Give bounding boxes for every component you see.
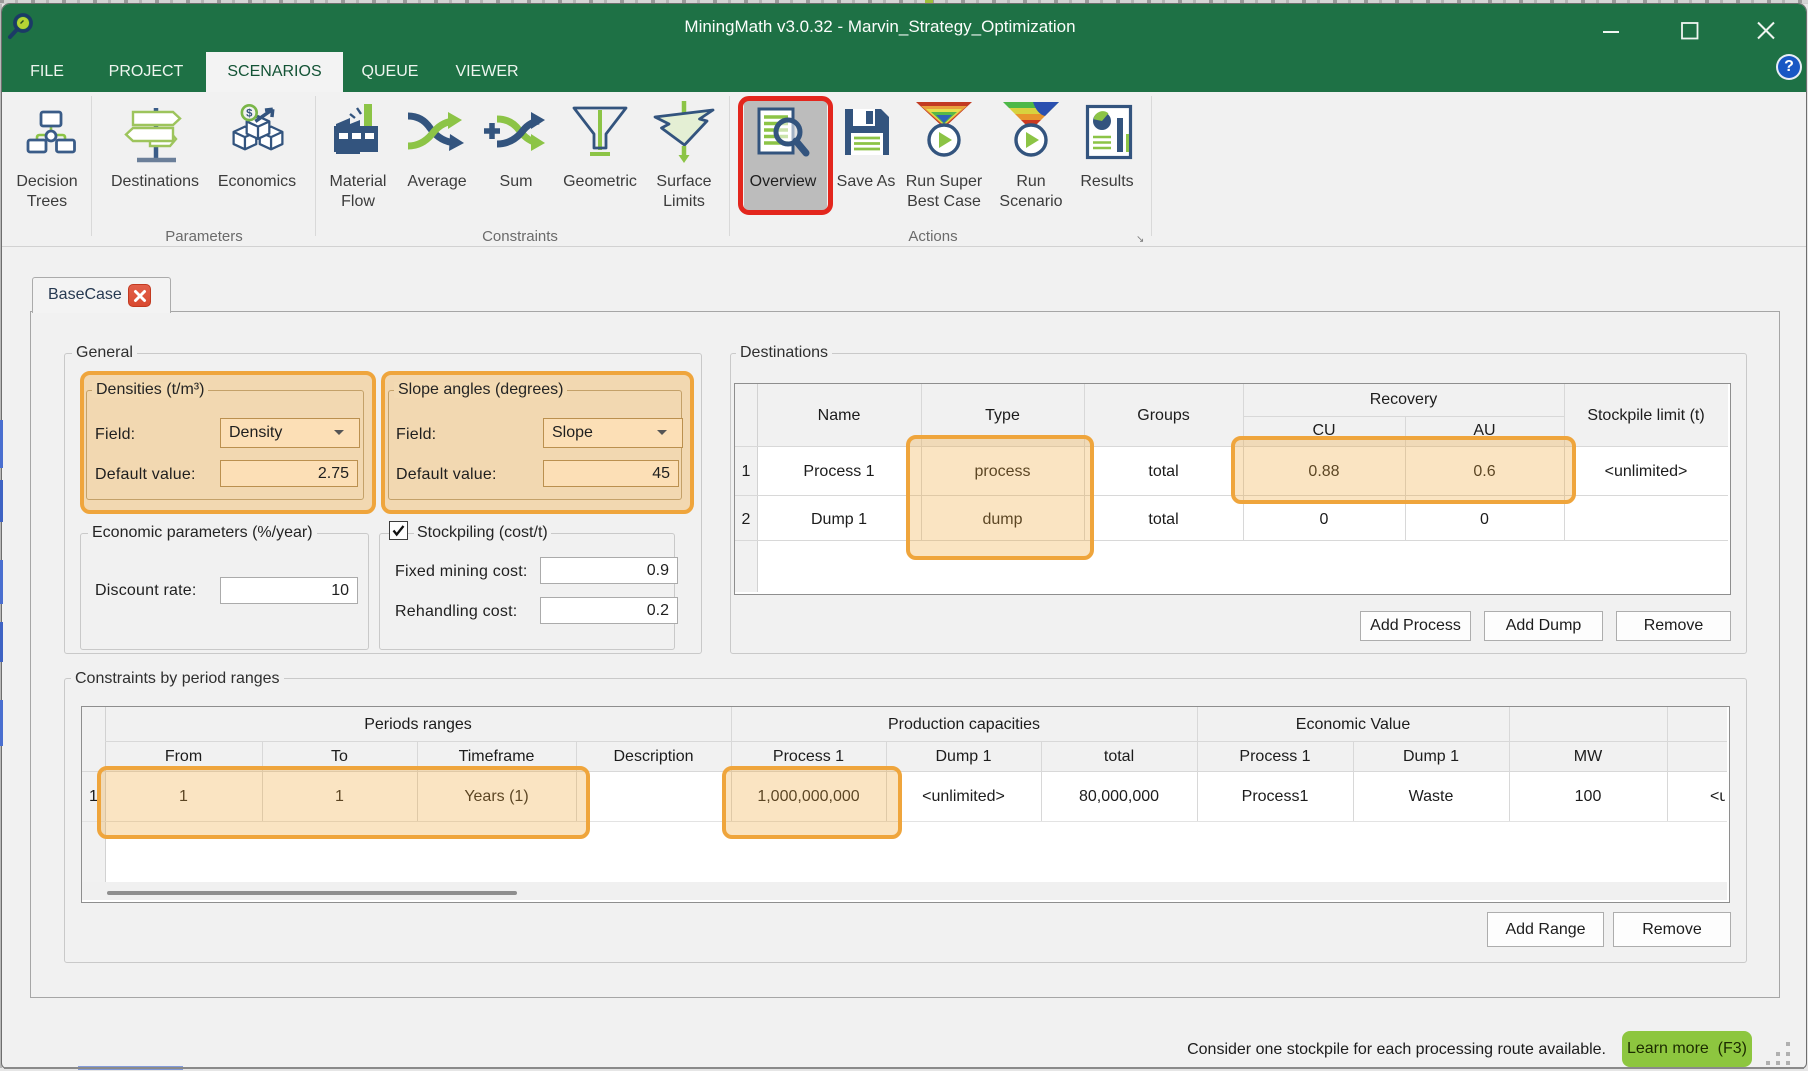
svg-text:$: $ xyxy=(246,108,253,120)
